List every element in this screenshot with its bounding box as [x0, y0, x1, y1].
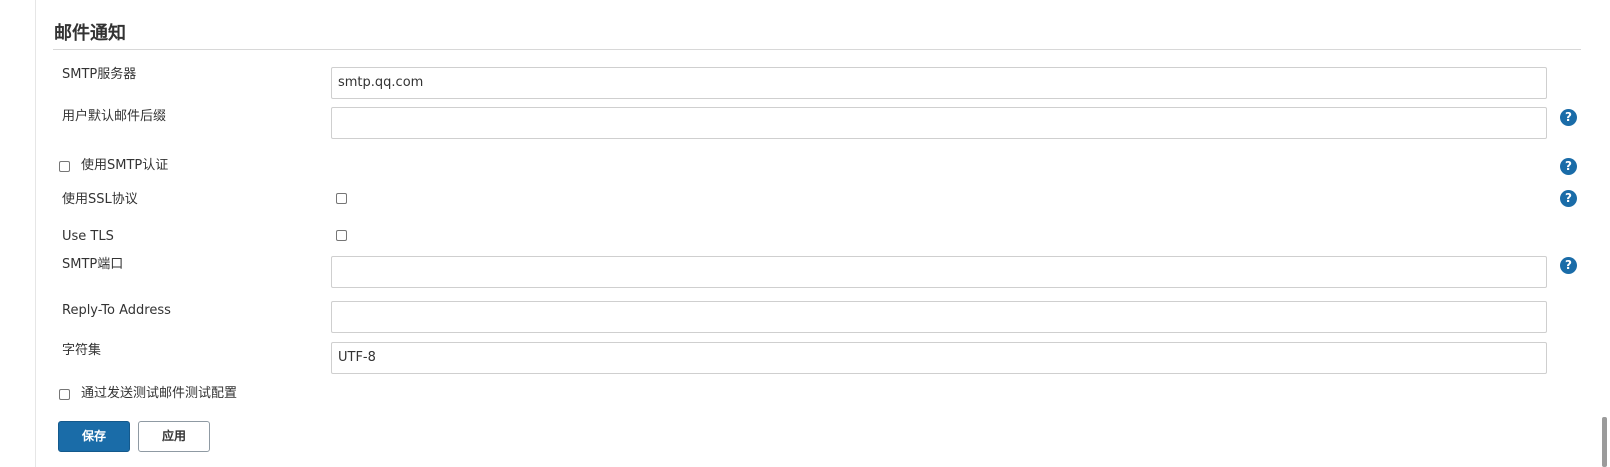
use-ssl-checkbox[interactable] [336, 193, 347, 204]
test-config-checkbox[interactable] [59, 388, 70, 400]
smtp-server-label: SMTP服务器 [62, 67, 137, 82]
use-ssl-label: 使用SSL协议 [62, 192, 138, 207]
smtp-port-input[interactable] [331, 256, 1547, 288]
help-icon-default-suffix[interactable]: ? [1560, 109, 1577, 126]
smtp-auth-row[interactable]: 使用SMTP认证 [59, 157, 168, 175]
default-suffix-label: 用户默认邮件后缀 [62, 109, 167, 124]
section-divider [53, 49, 1581, 50]
test-config-label: 通过发送测试邮件测试配置 [81, 386, 238, 401]
smtp-auth-label: 使用SMTP认证 [81, 158, 169, 173]
use-tls-checkbox[interactable] [336, 230, 347, 241]
content-left-border [35, 0, 36, 467]
charset-label: 字符集 [62, 343, 102, 358]
help-icon-use-ssl[interactable]: ? [1560, 190, 1577, 207]
save-button[interactable]: 保存 [58, 421, 130, 452]
help-icon-smtp-auth[interactable]: ? [1560, 158, 1577, 175]
default-suffix-input[interactable] [331, 107, 1547, 139]
smtp-auth-checkbox[interactable] [59, 160, 70, 172]
charset-input[interactable]: UTF-8 [331, 342, 1547, 374]
smtp-server-input[interactable]: smtp.qq.com [331, 67, 1547, 99]
page-scrollbar-thumb[interactable] [1602, 417, 1607, 467]
section-title: 邮件通知 [54, 23, 126, 44]
reply-to-input[interactable] [331, 301, 1547, 333]
test-config-row[interactable]: 通过发送测试邮件测试配置 [59, 385, 237, 403]
smtp-port-label: SMTP端口 [62, 257, 124, 272]
reply-to-label: Reply-To Address [62, 303, 171, 318]
apply-button[interactable]: 应用 [138, 421, 210, 452]
help-icon-smtp-port[interactable]: ? [1560, 257, 1577, 274]
use-tls-label: Use TLS [62, 229, 114, 244]
